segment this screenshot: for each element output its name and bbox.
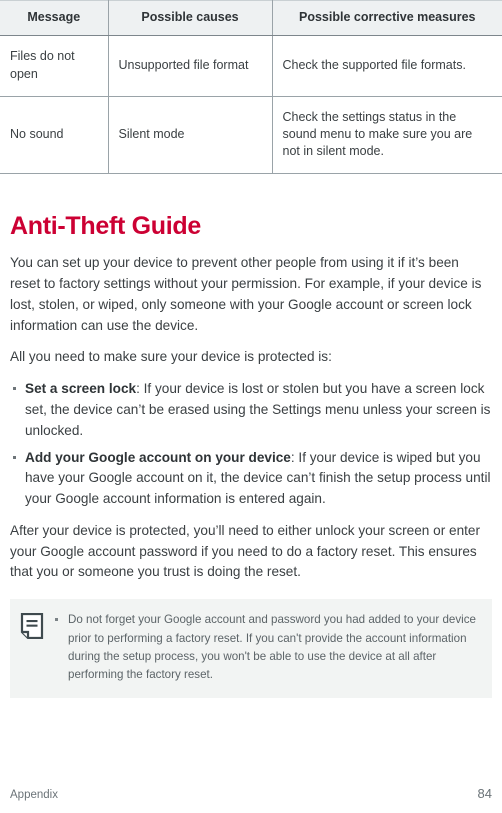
table-body: Files do not open Unsupported file forma… xyxy=(0,35,502,174)
cell-cause: Silent mode xyxy=(108,96,273,174)
note-callout: Do not forget your Google account and pa… xyxy=(10,599,492,698)
column-header-possible-corrective-measures: Possible corrective measures xyxy=(272,0,502,36)
column-header-possible-causes: Possible causes xyxy=(108,0,273,36)
column-header-message: Message xyxy=(0,0,109,36)
cell-message: No sound xyxy=(0,96,109,174)
list-item-lead-in: Add your Google account on your device xyxy=(25,449,291,465)
protection-steps-list: Set a screen lock: If your device is los… xyxy=(10,379,492,510)
bullet-icon xyxy=(13,387,16,391)
list-intro-paragraph: All you need to make sure your device is… xyxy=(10,349,332,365)
cell-cause: Unsupported file format xyxy=(108,35,273,97)
troubleshooting-table: Message Possible causes Possible correct… xyxy=(0,0,502,174)
cell-message: Files do not open xyxy=(0,35,109,97)
table-header-row: Message Possible causes Possible correct… xyxy=(0,0,502,36)
note-text: Do not forget your Google account and pa… xyxy=(68,613,476,682)
table-header: Message Possible causes Possible correct… xyxy=(0,0,502,36)
cell-measure: Check the supported file formats. xyxy=(272,35,502,97)
page-title: Anti-Theft Guide xyxy=(10,211,202,240)
footer-page-number: 84 xyxy=(477,786,492,801)
page-content: Anti-Theft Guide You can set up your dev… xyxy=(0,211,502,698)
page-footer: Appendix 84 xyxy=(10,786,492,801)
intro-paragraph: You can set up your device to prevent ot… xyxy=(10,255,482,333)
footer-section-label: Appendix xyxy=(10,789,58,801)
list-item-lead-in: Set a screen lock xyxy=(25,381,137,397)
list-item: Add your Google account on your device: … xyxy=(10,448,492,510)
note-text-wrapper: Do not forget your Google account and pa… xyxy=(52,611,480,684)
note-document-icon xyxy=(20,613,44,640)
outro-paragraph: After your device is protected, you’ll n… xyxy=(10,522,480,580)
cell-measure: Check the settings status in the sound m… xyxy=(272,96,502,174)
list-item: Set a screen lock: If your device is los… xyxy=(10,379,492,441)
bullet-icon xyxy=(55,618,58,622)
table-row: No sound Silent mode Check the settings … xyxy=(0,96,502,174)
table-row: Files do not open Unsupported file forma… xyxy=(0,35,502,97)
bullet-icon xyxy=(13,455,16,459)
